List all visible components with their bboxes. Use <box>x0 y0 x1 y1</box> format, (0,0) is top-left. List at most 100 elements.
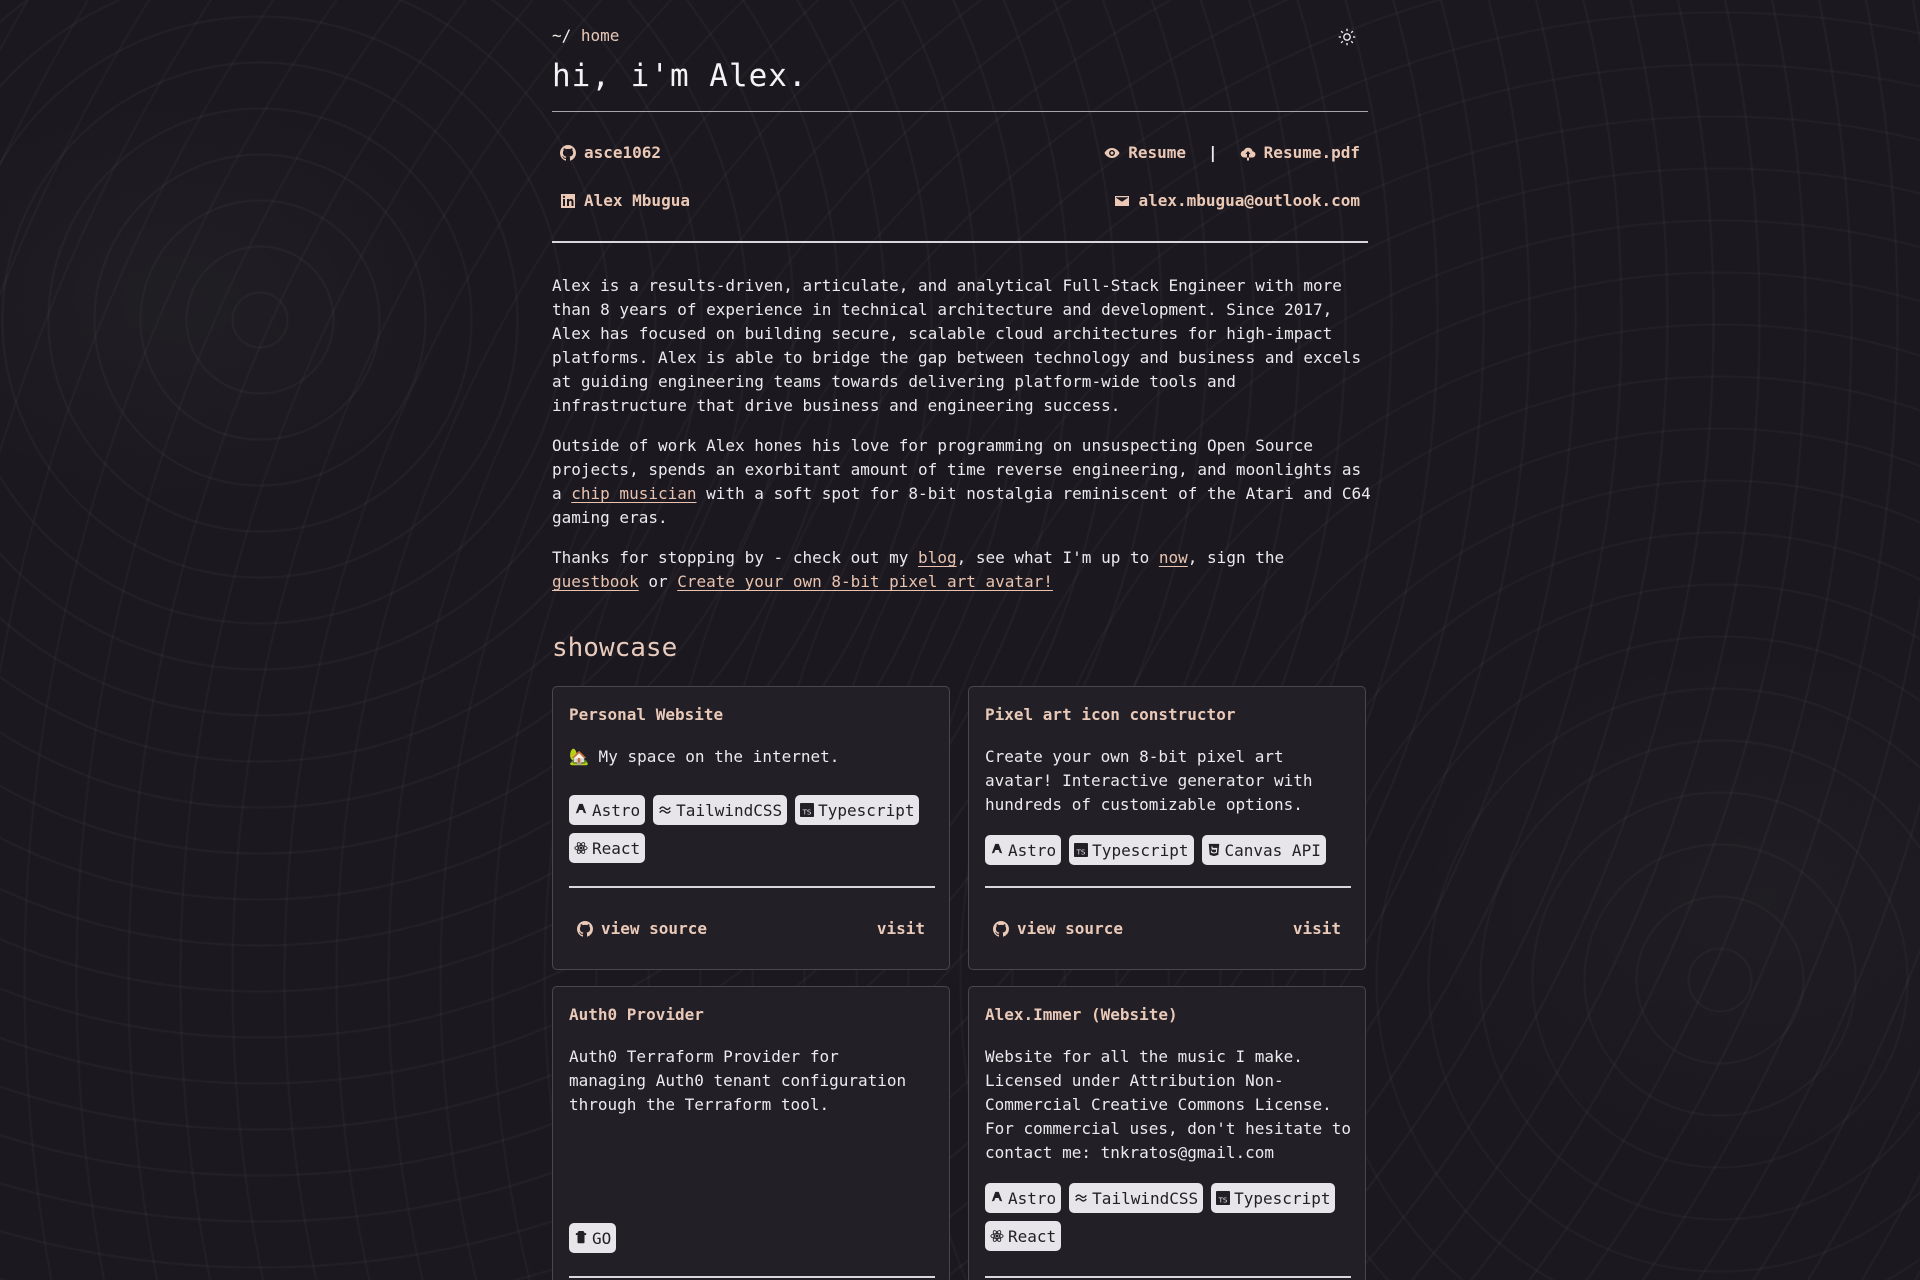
project-card: Alex.Immer (Website) Website for all the… <box>968 986 1366 1280</box>
tag-react: React <box>569 833 646 863</box>
svg-text:TS: TS <box>802 808 812 816</box>
view-source-link[interactable]: view source <box>577 919 707 938</box>
bio-paragraph-3: Thanks for stopping by - check out my bl… <box>552 546 1372 594</box>
email-link[interactable]: alex.mbugua@outlook.com <box>1114 191 1360 210</box>
guestbook-link[interactable]: guestbook <box>552 572 639 591</box>
breadcrumb-prefix: ~/ <box>552 26 572 45</box>
tag-label: Typescript <box>1234 1188 1331 1208</box>
tag-label: Astro <box>1008 840 1057 860</box>
card-actions: view source visit <box>577 919 925 938</box>
tech-tags: Astro TailwindCSS TS Typescript React <box>569 795 939 863</box>
view-source-label: view source <box>1017 919 1123 938</box>
tag-label: Canvas API <box>1224 840 1321 860</box>
tag-astro: Astro <box>985 835 1062 865</box>
linkedin-link[interactable]: Alex Mbugua <box>560 191 690 210</box>
tag-label: Typescript <box>818 800 915 820</box>
svg-text:TS: TS <box>1218 1196 1228 1204</box>
project-description: Create your own 8-bit pixel art avatar! … <box>985 747 1313 814</box>
avatar-generator-link[interactable]: Create your own 8-bit pixel art avatar! <box>677 572 1053 591</box>
linkedin-icon <box>561 193 575 208</box>
project-description: 🏡 My space on the internet. <box>569 747 840 766</box>
tag-label: React <box>1008 1226 1057 1246</box>
card-divider <box>569 886 935 888</box>
github-icon <box>577 920 593 937</box>
tag-typescript: TS Typescript <box>1069 835 1194 865</box>
card-divider <box>985 886 1351 888</box>
github-username: asce1062 <box>584 143 662 162</box>
resume-separator: | <box>1208 143 1218 162</box>
github-icon <box>993 920 1009 937</box>
card-divider <box>569 1276 935 1278</box>
bio-paragraph-2: Outside of work Alex hones his love for … <box>552 434 1372 530</box>
svg-text:TS: TS <box>1076 848 1086 856</box>
resume-links: Resume | Resume.pdf <box>1104 143 1360 162</box>
astro-icon <box>991 843 1003 854</box>
tech-tags: GO <box>569 1223 939 1253</box>
bio-text: , sign the <box>1187 548 1285 567</box>
visit-link[interactable]: visit <box>1293 919 1341 938</box>
project-title: Auth0 Provider <box>569 1005 704 1024</box>
tag-label: Astro <box>592 800 641 820</box>
tag-label: TailwindCSS <box>676 800 783 820</box>
view-source-label: view source <box>601 919 707 938</box>
project-card: Pixel art icon constructor Create your o… <box>968 686 1366 970</box>
card-actions: view source visit <box>993 919 1341 938</box>
tag-canvas-api: Canvas API <box>1201 835 1326 865</box>
now-link[interactable]: now <box>1159 548 1188 567</box>
chip-musician-link[interactable]: chip musician <box>571 484 696 503</box>
tech-tags: Astro TS Typescript Canvas API <box>985 835 1355 865</box>
tech-tags: Astro TailwindCSS TS Typescript React <box>985 1183 1355 1251</box>
theme-toggle-sun-icon[interactable] <box>1336 26 1358 48</box>
tag-label: Astro <box>1008 1188 1057 1208</box>
tag-astro: Astro <box>985 1183 1062 1213</box>
envelope-icon <box>1115 195 1130 206</box>
project-description: Website for all the music I make. Licens… <box>985 1047 1352 1162</box>
eye-icon <box>1104 147 1120 158</box>
tag-react: React <box>985 1221 1062 1251</box>
contacts-divider <box>552 241 1368 243</box>
bio-text: Thanks for stopping by - check out my <box>552 548 919 567</box>
bio-text: , see what I'm up to <box>956 548 1159 567</box>
tag-go: GO <box>569 1223 617 1253</box>
tag-label: TailwindCSS <box>1092 1188 1199 1208</box>
react-icon <box>990 1230 1004 1242</box>
project-description: Auth0 Terraform Provider for managing Au… <box>569 1047 907 1114</box>
breadcrumb-home-link[interactable]: home <box>581 26 620 45</box>
typescript-icon: TS <box>800 803 815 817</box>
title-divider <box>552 111 1368 112</box>
typescript-icon: TS <box>1074 843 1089 857</box>
project-title: Alex.Immer (Website) <box>985 1005 1178 1024</box>
card-divider <box>985 1276 1351 1278</box>
tag-astro: Astro <box>569 795 646 825</box>
blog-link[interactable]: blog <box>918 548 957 567</box>
tag-label: React <box>592 838 641 858</box>
tag-label: Typescript <box>1092 840 1189 860</box>
typescript-icon: TS <box>1216 1191 1231 1205</box>
tag-typescript: TS Typescript <box>795 795 920 825</box>
view-source-link[interactable]: view source <box>993 919 1123 938</box>
resume-pdf-link[interactable]: Resume.pdf <box>1264 143 1360 162</box>
github-icon <box>560 144 576 161</box>
tag-typescript: TS Typescript <box>1211 1183 1336 1213</box>
breadcrumb: ~/ home <box>552 26 619 45</box>
bio: Alex is a results-driven, articulate, an… <box>552 274 1372 610</box>
visit-link[interactable]: visit <box>877 919 925 938</box>
html5-icon <box>1208 843 1219 857</box>
react-icon <box>574 842 588 854</box>
tag-label: GO <box>592 1228 612 1248</box>
bio-paragraph-1: Alex is a results-driven, articulate, an… <box>552 276 1362 415</box>
page-title: hi, i'm Alex. <box>552 58 808 94</box>
github-link[interactable]: asce1062 <box>560 143 661 162</box>
cloud-download-icon <box>1240 147 1256 161</box>
email-address: alex.mbugua@outlook.com <box>1138 191 1360 210</box>
tailwind-icon <box>659 806 672 814</box>
showcase-heading: showcase <box>552 633 678 663</box>
astro-icon <box>575 803 587 814</box>
resume-link[interactable]: Resume <box>1128 143 1186 162</box>
astro-icon <box>991 1191 1003 1202</box>
linkedin-name: Alex Mbugua <box>584 191 690 210</box>
bio-text: or <box>638 572 678 591</box>
tailwind-icon <box>1075 1194 1088 1202</box>
project-title: Pixel art icon constructor <box>985 705 1236 724</box>
tag-tailwindcss: TailwindCSS <box>1069 1183 1204 1213</box>
